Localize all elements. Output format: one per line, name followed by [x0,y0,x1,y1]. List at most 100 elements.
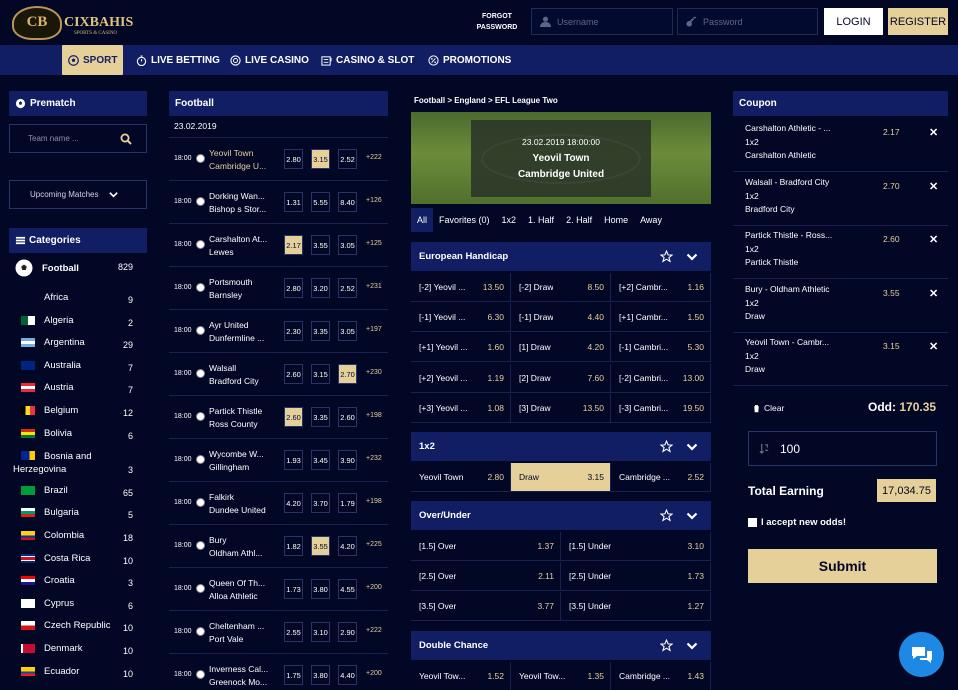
match-row[interactable]: 18:00 Portsmouth Barnsley 2.80 3.20 2.52 +231 [169,267,388,310]
odds-cell[interactable]: [1.5] Over 1.37 [411,532,561,561]
odds-cell[interactable]: [1.5] Under 3.10 [561,532,711,561]
odd-button[interactable]: 3.20 [311,278,330,298]
odd-button[interactable]: 2.80 [284,149,303,169]
close-icon[interactable]: ✕ [929,287,938,300]
odd-button[interactable]: 3.55 [311,536,330,556]
odd-button[interactable]: 2.60 [284,407,303,427]
star-icon[interactable] [660,509,673,522]
odd-button[interactable]: 3.55 [311,235,330,255]
chevron-down-icon[interactable] [686,640,698,652]
match-row[interactable]: 18:00 Walsall Bradford City 2.60 3.15 2.70 +23… [169,353,388,396]
more-markets-link[interactable]: +198 [366,412,382,419]
market-tab[interactable]: Away [634,208,668,232]
country-item[interactable]: Ecuador 10 [9,663,145,685]
odd-button[interactable]: 2.70 [338,364,357,384]
accept-odds-checkbox[interactable] [748,518,757,527]
market-tab[interactable]: 1. Half [522,208,560,232]
submit-button[interactable]: Submit [748,549,937,583]
market-tab[interactable]: Favorites (0) [433,208,496,232]
close-icon[interactable]: ✕ [929,180,938,193]
odds-cell[interactable]: [-2] Yeovil ... 13.50 [411,273,511,302]
password-field[interactable] [677,8,818,35]
accept-odds-row[interactable]: I accept new odds! [748,517,846,528]
odd-button[interactable]: 2.60 [284,364,303,384]
country-item[interactable]: Belgium 12 [9,402,145,424]
odd-button[interactable]: 3.35 [311,321,330,341]
odds-cell[interactable]: Yeovil Tow... 1.35 [511,662,611,690]
odd-button[interactable]: 3.70 [311,493,330,513]
match-row[interactable]: 18:00 Carshalton At... Lewes 2.17 3.55 3.05 +1… [169,224,388,267]
market-tab[interactable]: 1x2 [496,208,523,232]
odd-button[interactable]: 3.10 [311,622,330,642]
odds-cell[interactable]: [2] Draw 7.60 [511,363,611,393]
star-icon[interactable] [660,250,673,263]
nav-sport[interactable]: SPORT [62,45,124,75]
nav-live-casino[interactable]: LIVE CASINO [230,45,309,75]
country-item[interactable]: Costa Rica 10 [9,550,145,572]
country-item[interactable]: Argentina 29 [9,334,145,356]
odd-button[interactable]: 1.79 [338,493,357,513]
more-markets-link[interactable]: +197 [366,326,382,333]
country-item[interactable]: Croatia 3 [9,572,145,594]
country-item[interactable]: Cyprus 6 [9,595,145,617]
match-row[interactable]: 18:00 Queen Of Th... Alloa Athletic 1.73 3.8… [169,568,388,611]
odds-cell[interactable]: [+2] Cambr... 1.16 [611,273,711,302]
odd-button[interactable]: 4.55 [338,579,357,599]
odd-button[interactable]: 1.31 [284,192,303,212]
country-item[interactable]: Africa 9 [9,289,145,311]
logo[interactable]: CB CIXBAHIS SPORTS & CASINO [12,6,133,40]
country-item[interactable]: Colombia 18 [9,527,145,549]
close-icon[interactable]: ✕ [929,126,938,139]
odd-button[interactable]: 3.05 [338,235,357,255]
more-markets-link[interactable]: +222 [366,154,382,161]
match-row[interactable]: 18:00 Partick Thistle Ross County 2.60 3.35 2… [169,396,388,439]
nav-live-betting[interactable]: LIVE BETTING [136,45,220,75]
match-row[interactable]: 18:00 Inverness Cal... Greenock Mo... 1.75 3… [169,654,388,690]
odd-button[interactable]: 8.40 [338,192,357,212]
odds-cell[interactable]: [-1] Yeovil ... 6.30 [411,303,511,333]
odds-cell[interactable]: [2.5] Under 1.73 [561,562,711,592]
odds-cell[interactable]: [+2] Yeovil ... 1.19 [411,363,511,393]
upcoming-matches-dropdown[interactable]: Upcoming Matches [9,180,147,209]
match-row[interactable]: 18:00 Ayr United Dunfermline ... 2.30 3.35 3.… [169,310,388,353]
odds-cell[interactable]: [-1] Draw 4.40 [511,303,611,333]
odd-button[interactable]: 1.82 [284,536,303,556]
odds-cell[interactable]: Draw 3.15 [511,463,611,492]
star-icon[interactable] [660,639,673,652]
more-markets-link[interactable]: +222 [366,627,382,634]
market-tab[interactable]: Home [598,208,634,232]
search-icon[interactable] [120,133,132,145]
country-item[interactable]: Austria 7 [9,379,145,401]
more-markets-link[interactable]: +200 [366,670,382,677]
team-search[interactable]: Team name ... [9,124,147,153]
password-input[interactable] [703,16,803,27]
nav-casino-slot[interactable]: CASINO & SLOT [321,45,414,75]
odd-button[interactable]: 2.52 [338,278,357,298]
close-icon[interactable]: ✕ [929,233,938,246]
close-icon[interactable]: ✕ [929,340,938,353]
odd-button[interactable]: 2.90 [338,622,357,642]
odd-button[interactable]: 2.17 [284,235,303,255]
odds-cell[interactable]: [2.5] Over 2.11 [411,562,561,592]
odds-cell[interactable]: Yeovil Tow... 1.52 [411,662,511,690]
match-row[interactable]: 18:00 Wycombe W... Gillingham 1.93 3.45 3.90 +… [169,439,388,482]
nav-promotions[interactable]: PROMOTIONS [428,45,511,75]
chat-button[interactable] [899,632,944,677]
market-header[interactable]: European Handicap [411,242,711,271]
more-markets-link[interactable]: +225 [366,541,382,548]
odds-cell[interactable]: [+1] Cambr... 1.50 [611,303,711,333]
odd-button[interactable]: 3.15 [311,149,330,169]
market-header[interactable]: 1x2 [411,432,711,461]
odd-button[interactable]: 4.40 [338,665,357,685]
odd-button[interactable]: 3.80 [311,579,330,599]
match-row[interactable]: 18:00 Dorking Wan... Bishop s Stor... 1.31 5… [169,181,388,224]
clear-button[interactable]: Clear [752,403,784,413]
odd-button[interactable]: 1.93 [284,450,303,470]
odd-button[interactable]: 1.75 [284,665,303,685]
country-item[interactable]: Bosnia and Herzegovina 3 [9,447,145,475]
odds-cell[interactable]: [-3] Cambri... 19.50 [611,393,711,423]
match-row[interactable]: 18:00 Yeovil Town Cambridge U... 2.80 3.15 2.… [169,138,388,181]
username-input[interactable] [557,16,657,27]
sport-football[interactable]: Football 829 [9,258,145,282]
odds-cell[interactable]: Yeovil Town 2.80 [411,463,511,492]
